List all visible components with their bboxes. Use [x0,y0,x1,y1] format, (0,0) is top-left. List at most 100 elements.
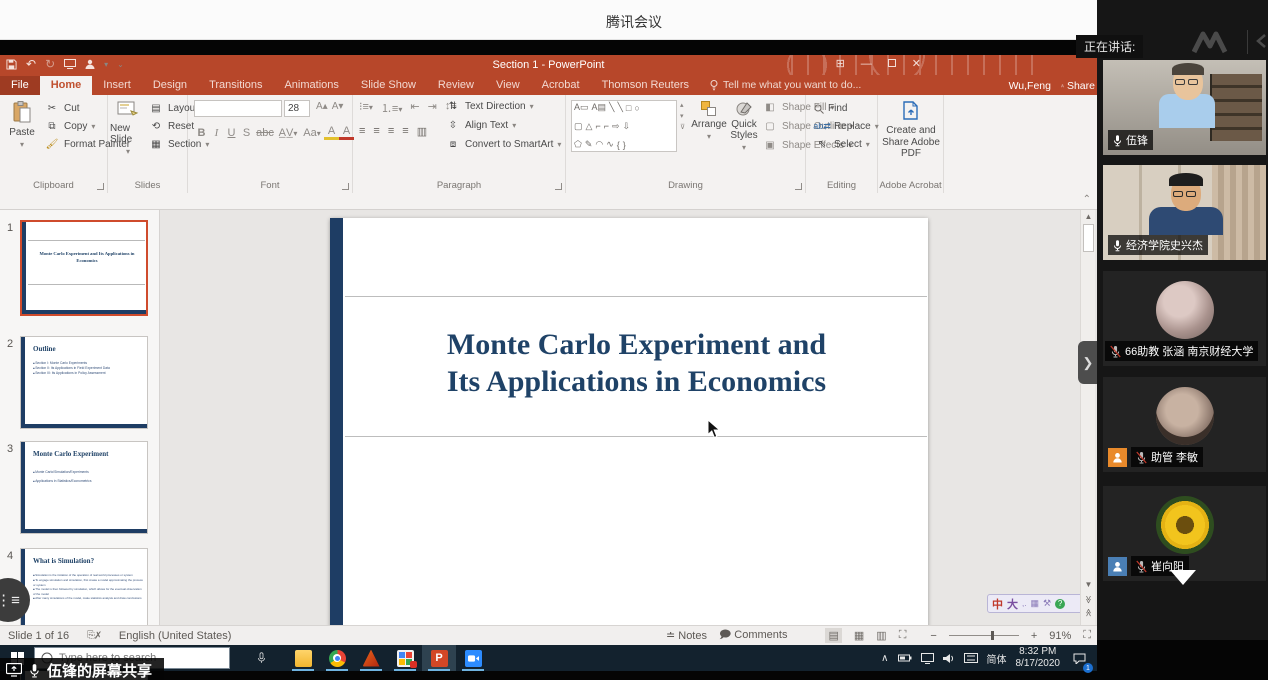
shapes-scroll-up-icon[interactable]: ▴ [680,101,685,109]
ime-fullwidth-icon[interactable]: 大 [1007,596,1018,612]
slide-canvas[interactable]: Monte Carlo Experiment and Its Applicati… [161,210,1079,625]
columns-button[interactable]: ▥ [417,125,427,138]
touch-keyboard-icon[interactable] [964,653,978,663]
align-right-button[interactable]: ≡ [388,125,394,138]
dictation-mic-button[interactable] [244,645,278,671]
ime-tools-icon[interactable]: ⚒ [1043,598,1051,609]
zoom-slider[interactable] [949,635,1019,636]
battery-icon[interactable] [898,653,912,663]
tab-transitions[interactable]: Transitions [198,76,273,95]
tab-design[interactable]: Design [142,76,198,95]
bold-button[interactable]: B [194,127,209,139]
notification-center-button[interactable]: 1 [1069,645,1089,671]
slide-title[interactable]: Monte Carlo Experiment and Its Applicati… [345,326,928,400]
ime-language-bar[interactable]: 中 大 ,. ▦ ⚒ ? [987,594,1084,613]
participant-tile-2[interactable]: 经济学院史兴杰 [1103,165,1266,260]
previous-slide-icon[interactable]: ≪ [1084,593,1093,606]
shapes-gallery[interactable]: A▭A▤╲╲□○ ▢△⌐⌐⇨⇩ ⬠✎◠∿{} [571,100,677,152]
account-name[interactable]: Wu,Feng [1009,80,1051,92]
shapes-scroll-down-icon[interactable]: ▾ [680,112,685,120]
participant-tile-1[interactable]: 伍锋 [1103,60,1266,155]
arrange-button[interactable]: Arrange▾ [690,95,728,179]
scroll-more-participants-icon[interactable] [1170,570,1196,585]
bullets-button[interactable]: ⁝≡▾ [359,100,373,116]
shapes-more-icon[interactable]: ⊽ [680,123,685,131]
participant-tile-4[interactable]: 助管 李敏 [1103,377,1266,472]
network-icon[interactable] [921,653,934,664]
align-center-button[interactable]: ≡ [373,125,379,138]
matlab-button[interactable] [354,645,388,671]
ppt-close-icon[interactable]: ✕ [912,57,921,70]
quick-styles-button[interactable]: Quick Styles▾ [726,95,762,179]
decrease-indent-button[interactable]: ⇤ [410,100,419,116]
paragraph-dialog-launcher[interactable] [555,183,562,190]
replace-button[interactable]: ab⇄Replace▾ [814,117,879,136]
zoom-out-icon[interactable]: − [930,630,936,642]
slideshow-view-icon[interactable]: ⛶ [899,629,907,642]
zoom-level[interactable]: 91% [1049,630,1071,642]
tab-thomson-reuters[interactable]: Thomson Reuters [591,76,700,95]
clipboard-dialog-launcher[interactable] [97,183,104,190]
scroll-up-icon[interactable]: ▲ [1082,212,1095,221]
ime-keyboard-icon[interactable]: ▦ [1030,598,1039,609]
tab-file[interactable]: File [0,76,40,95]
thumbnail-slide-1[interactable]: Monte Carlo Experiment and Its Applicati… [20,220,148,316]
align-left-button[interactable]: ≡ [359,125,365,138]
reading-view-icon[interactable]: ▥ [876,629,886,642]
cut-button[interactable]: ✂Cut [44,99,80,118]
ime-chinese-mode-icon[interactable]: 中 [992,596,1003,612]
tab-animations[interactable]: Animations [273,76,349,95]
ime-help-icon[interactable]: ? [1055,599,1065,609]
next-slide-icon[interactable]: ≪ [1084,606,1093,619]
share-button[interactable]: Share [1061,80,1095,92]
tell-me-box[interactable]: Tell me what you want to do... [700,79,871,95]
strikethrough-button[interactable]: abc [254,127,276,139]
underline-button[interactable]: U [224,127,239,139]
font-color-button[interactable]: A [339,125,354,140]
thumbnail-slide-3[interactable]: Monte Carlo Experiment Monte Carlo/Simul… [20,441,148,534]
font-name-combo[interactable] [194,100,282,117]
tencent-meeting-taskbar-button[interactable] [456,645,490,671]
panel-collapse-chevron[interactable]: ❯ [1078,341,1098,384]
language-indicator[interactable]: English (United States) [119,630,232,642]
ppt-restore-icon[interactable] [888,58,896,70]
character-spacing-button[interactable]: A̲V̲▾ [276,127,300,139]
increase-indent-button[interactable]: ⇥ [428,100,437,116]
new-slide-button[interactable]: New Slide▾ [110,95,146,179]
font-dialog-launcher[interactable] [342,183,349,190]
ime-indicator[interactable]: 简体 [987,651,1007,666]
zoom-slider-thumb[interactable] [991,631,994,640]
create-pdf-button[interactable]: Create and Share Adobe PDF [879,95,943,179]
normal-view-icon[interactable]: ▤ [825,628,841,643]
panel-arrow-icon[interactable] [1256,34,1266,48]
spellcheck-icon[interactable]: ⎘✗ [87,630,101,641]
justify-button[interactable]: ≡ [402,125,408,138]
fit-to-window-icon[interactable]: ⛶ [1083,629,1091,642]
align-text-button[interactable]: ⇳Align Text▾ [445,116,516,135]
zoom-in-icon[interactable]: + [1031,630,1037,642]
slide-sorter-view-icon[interactable]: ▦ [854,629,864,642]
app-grid-button[interactable] [388,645,422,671]
chrome-button[interactable] [320,645,354,671]
scroll-down-icon[interactable]: ▼ [1082,580,1095,589]
numbering-button[interactable]: ⒈≡▾ [381,100,402,116]
taskbar-clock[interactable]: 8:32 PM8/17/2020 [1016,646,1061,670]
ribbon-display-options-icon[interactable]: ⊞ [836,57,845,70]
shadow-button[interactable]: S [239,127,254,139]
vertical-scrollbar[interactable]: ▲ ▼ ≪ ≪ [1080,210,1095,625]
powerpoint-taskbar-button[interactable]: P [422,645,456,671]
file-explorer-button[interactable] [286,645,320,671]
participant-tile-5[interactable]: 崔向阳 [1103,486,1266,581]
collapse-ribbon-icon[interactable]: ⌃ [1083,194,1091,205]
comments-toggle[interactable]: 🗩 Comments [719,626,787,645]
tab-acrobat[interactable]: Acrobat [531,76,591,95]
tab-insert[interactable]: Insert [92,76,142,95]
screen-share-banner[interactable]: 伍锋的屏幕共享 [0,658,164,680]
tab-view[interactable]: View [485,76,531,95]
tray-expand-icon[interactable]: ∧ [881,653,888,664]
scrollbar-thumb[interactable] [1083,224,1094,252]
tab-review[interactable]: Review [427,76,485,95]
increase-font-size-button[interactable]: A▴ [316,101,328,112]
decrease-font-size-button[interactable]: A▾ [332,101,344,112]
italic-button[interactable]: I [209,127,224,139]
